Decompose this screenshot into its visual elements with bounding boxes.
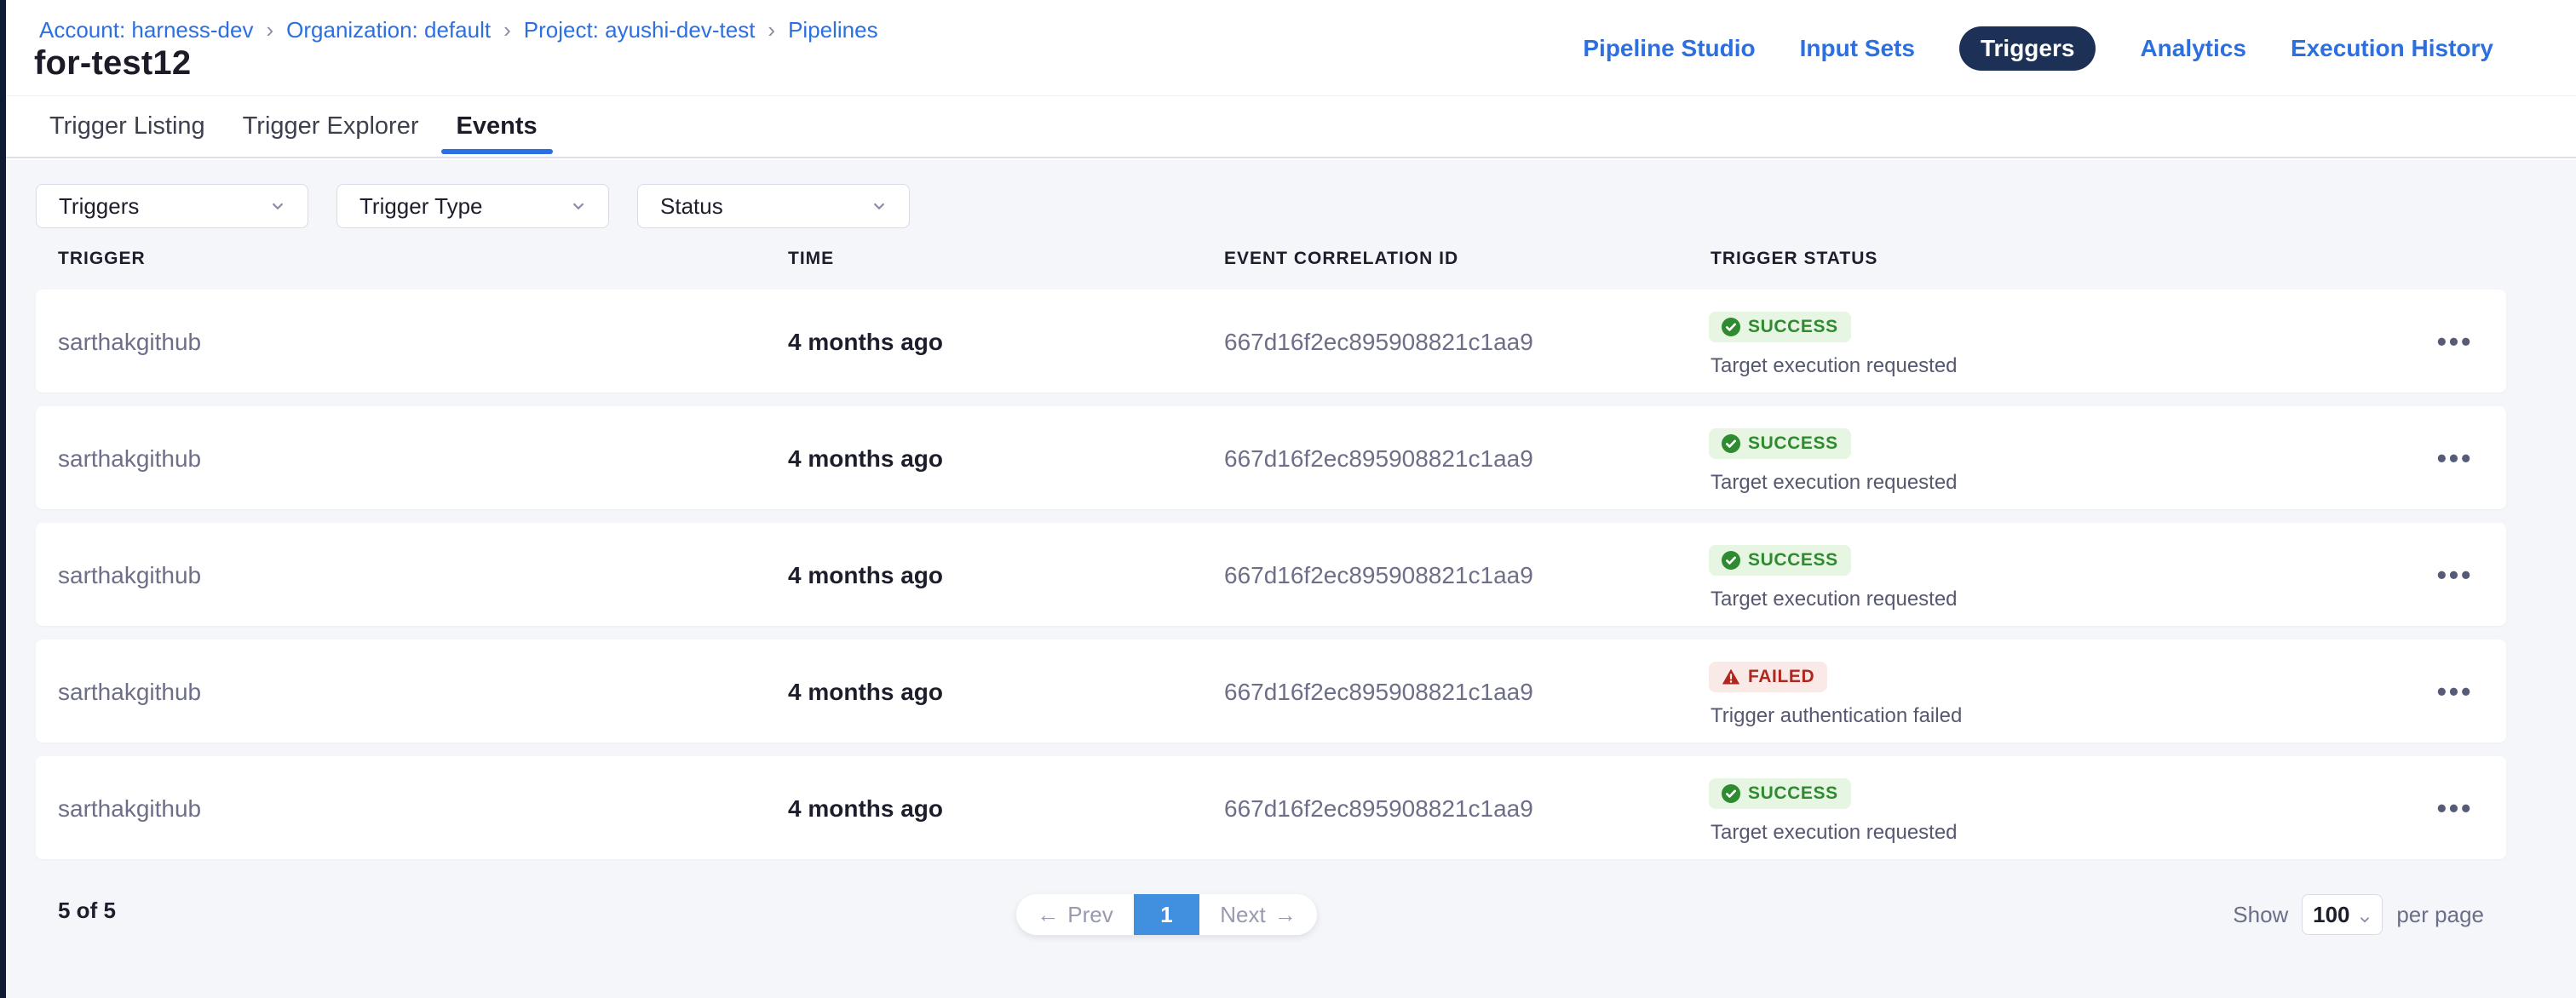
more-options-button[interactable]: ••• xyxy=(2429,672,2481,711)
nav-triggers[interactable]: Triggers xyxy=(1959,26,2096,71)
nav-execution-history[interactable]: Execution History xyxy=(2291,35,2493,62)
triggers-filter-dropdown[interactable]: Triggers xyxy=(36,184,308,228)
arrow-right-icon: → xyxy=(1274,902,1297,928)
status-badge-label: FAILED xyxy=(1748,667,1814,687)
event-correlation-id: 667d16f2ec895908821c1aa9 xyxy=(1224,445,1533,473)
status-detail: Target execution requested xyxy=(1711,471,1958,495)
more-options-button[interactable]: ••• xyxy=(2429,322,2481,361)
status-badge: SUCCESS xyxy=(1709,428,1851,459)
status-badge-label: SUCCESS xyxy=(1748,317,1838,337)
status-badge: SUCCESS xyxy=(1709,312,1851,342)
events-panel: Triggers Trigger Type Status Trigger Tim… xyxy=(0,160,2576,998)
tab-trigger-listing[interactable]: Trigger Listing xyxy=(48,96,207,157)
nav-analytics[interactable]: Analytics xyxy=(2140,35,2246,62)
breadcrumb: Account: harness-dev › Organization: def… xyxy=(39,17,878,43)
breadcrumb-separator-icon: › xyxy=(266,17,273,43)
event-time: 4 months ago xyxy=(788,329,943,356)
event-correlation-id: 667d16f2ec895908821c1aa9 xyxy=(1224,329,1533,356)
trigger-name: sarthakgithub xyxy=(58,329,201,356)
tab-events[interactable]: Events xyxy=(455,96,539,157)
event-correlation-id: 667d16f2ec895908821c1aa9 xyxy=(1224,795,1533,823)
table-row[interactable]: sarthakgithub 4 months ago 667d16f2ec895… xyxy=(36,406,2506,509)
trigger-name: sarthakgithub xyxy=(58,679,201,706)
status-detail: Target execution requested xyxy=(1711,821,1958,845)
page-size-value: 100 xyxy=(2313,902,2349,928)
status-badge: SUCCESS xyxy=(1709,778,1851,809)
check-circle-icon xyxy=(1722,318,1740,336)
nav-input-sets[interactable]: Input Sets xyxy=(1800,35,1915,62)
chevron-down-icon xyxy=(569,197,588,215)
chevron-down-icon xyxy=(2357,907,2372,922)
table-row[interactable]: sarthakgithub 4 months ago 667d16f2ec895… xyxy=(36,756,2506,859)
show-label: Show xyxy=(2233,902,2288,928)
column-header-event-correlation-id: Event Correlation ID xyxy=(1224,249,1458,269)
check-circle-icon xyxy=(1722,784,1740,803)
status-detail: Target execution requested xyxy=(1711,354,1958,378)
status-badge-label: SUCCESS xyxy=(1748,783,1838,804)
breadcrumb-project-link[interactable]: Project: ayushi-dev-test xyxy=(524,17,756,43)
breadcrumb-organization-link[interactable]: Organization: default xyxy=(286,17,491,43)
event-correlation-id: 667d16f2ec895908821c1aa9 xyxy=(1224,679,1533,706)
events-table: sarthakgithub 4 months ago 667d16f2ec895… xyxy=(36,290,2506,873)
breadcrumb-account-link[interactable]: Account: harness-dev xyxy=(39,17,253,43)
more-options-button[interactable]: ••• xyxy=(2429,439,2481,478)
event-time: 4 months ago xyxy=(788,445,943,473)
page-1-button[interactable]: 1 xyxy=(1134,894,1199,935)
column-header-time: Time xyxy=(788,249,834,269)
prev-page-button[interactable]: ← Prev xyxy=(1016,894,1134,935)
prev-label: Prev xyxy=(1067,902,1113,928)
check-circle-icon xyxy=(1722,551,1740,570)
trigger-type-filter-dropdown[interactable]: Trigger Type xyxy=(336,184,609,228)
status-filter-label: Status xyxy=(660,193,723,220)
status-badge-label: SUCCESS xyxy=(1748,550,1838,571)
status-badge: FAILED xyxy=(1709,662,1827,692)
chevron-down-icon xyxy=(268,197,287,215)
status-detail: Trigger authentication failed xyxy=(1711,704,1962,728)
trigger-name: sarthakgithub xyxy=(58,445,201,473)
pipeline-section-nav: Pipeline Studio Input Sets Triggers Anal… xyxy=(1583,0,2493,96)
page-header: Account: harness-dev › Organization: def… xyxy=(0,0,2576,96)
more-options-button[interactable]: ••• xyxy=(2429,789,2481,828)
arrow-left-icon: ← xyxy=(1037,902,1059,928)
trigger-type-filter-label: Trigger Type xyxy=(359,193,483,220)
status-detail: Target execution requested xyxy=(1711,588,1958,611)
event-time: 4 months ago xyxy=(788,562,943,589)
per-page-label: per page xyxy=(2396,902,2484,928)
warning-triangle-icon xyxy=(1722,668,1740,686)
status-filter-dropdown[interactable]: Status xyxy=(637,184,910,228)
breadcrumb-separator-icon: › xyxy=(768,17,775,43)
trigger-name: sarthakgithub xyxy=(58,562,201,589)
page-size-control: Show 100 per page xyxy=(2233,894,2484,935)
column-header-trigger-status: Trigger Status xyxy=(1711,249,1877,269)
pagination-summary: 5 of 5 xyxy=(58,898,116,924)
trigger-name: sarthakgithub xyxy=(58,795,201,823)
pagination: ← Prev 1 Next → xyxy=(1016,894,1317,935)
next-label: Next xyxy=(1220,902,1265,928)
tab-bar: Trigger Listing Trigger Explorer Events xyxy=(0,96,2576,158)
more-options-button[interactable]: ••• xyxy=(2429,555,2481,594)
tab-trigger-explorer[interactable]: Trigger Explorer xyxy=(241,96,421,157)
table-row[interactable]: sarthakgithub 4 months ago 667d16f2ec895… xyxy=(36,290,2506,393)
table-row[interactable]: sarthakgithub 4 months ago 667d16f2ec895… xyxy=(36,640,2506,743)
check-circle-icon xyxy=(1722,434,1740,453)
chevron-down-icon xyxy=(870,197,888,215)
page-size-select[interactable]: 100 xyxy=(2302,894,2383,935)
status-badge-label: SUCCESS xyxy=(1748,433,1838,454)
table-header: Trigger Time Event Correlation ID Trigge… xyxy=(0,249,2576,271)
breadcrumb-separator-icon: › xyxy=(503,17,511,43)
breadcrumb-pipelines-link[interactable]: Pipelines xyxy=(788,17,878,43)
event-time: 4 months ago xyxy=(788,679,943,706)
nav-pipeline-studio[interactable]: Pipeline Studio xyxy=(1583,35,1755,62)
status-badge: SUCCESS xyxy=(1709,545,1851,576)
filters-row: Triggers Trigger Type Status xyxy=(36,184,910,228)
page-title: for-test12 xyxy=(34,44,191,83)
triggers-filter-label: Triggers xyxy=(59,193,139,220)
next-page-button[interactable]: Next → xyxy=(1199,894,1317,935)
event-time: 4 months ago xyxy=(788,795,943,823)
column-header-trigger: Trigger xyxy=(58,249,146,269)
event-correlation-id: 667d16f2ec895908821c1aa9 xyxy=(1224,562,1533,589)
left-nav-edge xyxy=(0,0,6,998)
table-row[interactable]: sarthakgithub 4 months ago 667d16f2ec895… xyxy=(36,523,2506,626)
